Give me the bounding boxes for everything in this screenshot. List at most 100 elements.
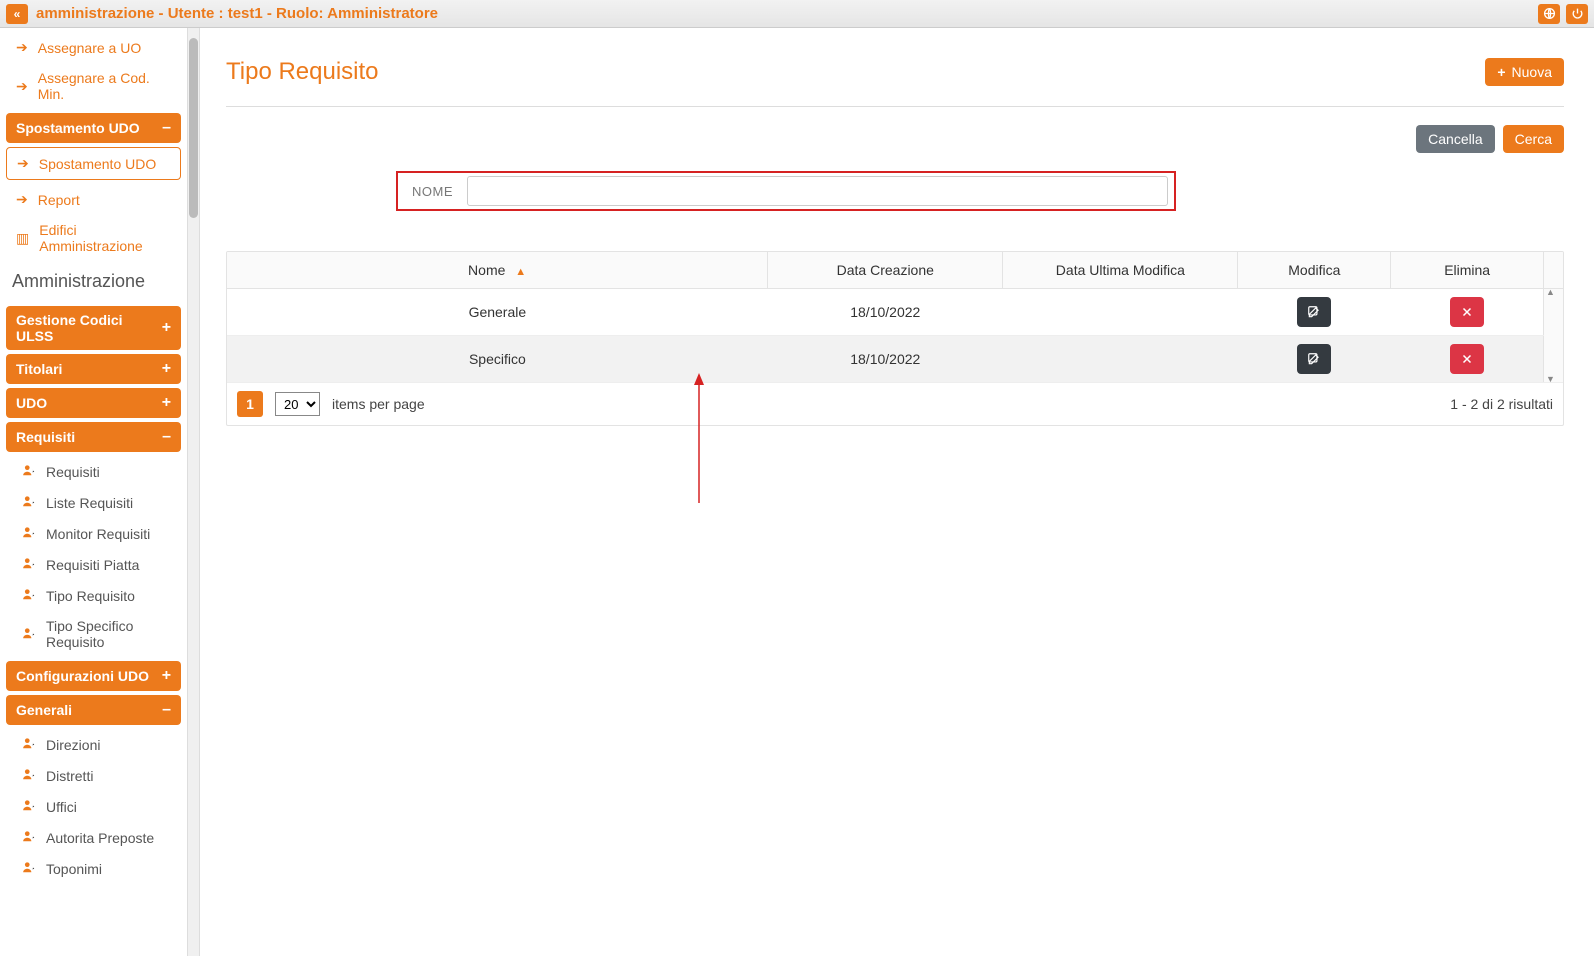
nome-search-input[interactable] — [467, 176, 1168, 206]
scrollbar-thumb[interactable] — [189, 38, 198, 218]
sidebar-item-tipo-requisito[interactable]: Tipo Requisito — [6, 580, 181, 611]
sidebar-section-title: Amministrazione — [6, 261, 181, 302]
user-edit-icon — [22, 736, 36, 753]
sidebar-group-titolari[interactable]: Titolari + — [6, 354, 181, 384]
search-button-label: Cerca — [1515, 131, 1552, 147]
page-breadcrumb-title: amministrazione - Utente : test1 - Ruolo… — [36, 5, 1538, 22]
sidebar-group-requisiti[interactable]: Requisiti – — [6, 422, 181, 452]
sort-ascending-icon: ▲ — [515, 266, 526, 278]
power-button[interactable] — [1566, 4, 1588, 24]
sidebar-item-label: Assegnare a UO — [38, 40, 142, 56]
table-scrollbar-header — [1544, 252, 1563, 289]
sidebar-group-spostamento[interactable]: Spostamento UDO – — [6, 113, 181, 143]
sidebar-group-label: Titolari — [16, 361, 62, 377]
sidebar-item-assegnare-codmin[interactable]: ➔ Assegnare a Cod. Min. — [6, 63, 181, 109]
sidebar-group-label: UDO — [16, 395, 47, 411]
col-header-label: Elimina — [1444, 262, 1490, 278]
table-footer: 1 20 items per page 1 - 2 di 2 risultati — [227, 383, 1563, 425]
cell-data-creazione: 18/10/2022 — [768, 336, 1003, 383]
sidebar-item-label: Requisiti Piatta — [46, 557, 139, 573]
table-row: Generale 18/10/2022 — [227, 289, 1563, 336]
sidebar-item-label: Direzioni — [46, 737, 100, 753]
sidebar-item-direzioni[interactable]: Direzioni — [6, 729, 181, 760]
sidebar-item-label: Report — [38, 192, 80, 208]
user-edit-icon — [22, 626, 36, 643]
arrow-right-icon: ➔ — [16, 39, 28, 56]
page-title: Tipo Requisito — [226, 58, 379, 86]
items-per-page-label: items per page — [332, 396, 425, 412]
arrow-right-icon: ➔ — [17, 155, 29, 172]
cell-nome: Generale — [227, 289, 768, 336]
sidebar-item-label: Distretti — [46, 768, 93, 784]
building-icon: ▥ — [16, 230, 29, 247]
sidebar-item-requisiti-piatta[interactable]: Requisiti Piatta — [6, 549, 181, 580]
globe-button[interactable] — [1538, 4, 1560, 24]
sidebar-item-label: Assegnare a Cod. Min. — [38, 70, 171, 102]
col-header-label: Modifica — [1288, 262, 1340, 278]
sidebar-item-toponimi[interactable]: Toponimi — [6, 853, 181, 884]
collapse-icon: – — [162, 701, 171, 719]
sidebar-item-edifici[interactable]: ▥ Edifici Amministrazione — [6, 215, 181, 261]
delete-button[interactable] — [1450, 344, 1484, 374]
sidebar-item-distretti[interactable]: Distretti — [6, 760, 181, 791]
sidebar-item-liste-requisiti[interactable]: Liste Requisiti — [6, 487, 181, 518]
col-header-nome[interactable]: Nome ▲ — [227, 252, 768, 289]
plus-icon: + — [1497, 64, 1505, 80]
sidebar-item-autorita-preposte[interactable]: Autorita Preposte — [6, 822, 181, 853]
cell-data-modifica — [1003, 289, 1238, 336]
sidebar-item-uffici[interactable]: Uffici — [6, 791, 181, 822]
col-header-label: Data Creazione — [837, 262, 934, 278]
sidebar-group-label: Spostamento UDO — [16, 120, 140, 136]
sidebar-group-udo[interactable]: UDO + — [6, 388, 181, 418]
user-edit-icon — [22, 798, 36, 815]
sidebar-group-label: Gestione Codici ULSS — [16, 312, 162, 344]
cancel-button-label: Cancella — [1428, 131, 1482, 147]
cancel-button[interactable]: Cancella — [1416, 125, 1494, 153]
sidebar-item-label: Monitor Requisiti — [46, 526, 150, 542]
col-header-data-modifica[interactable]: Data Ultima Modifica — [1003, 252, 1238, 289]
globe-icon — [1543, 7, 1556, 20]
sidebar-group-generali[interactable]: Generali – — [6, 695, 181, 725]
items-per-page-select[interactable]: 20 — [275, 392, 320, 416]
user-edit-icon — [22, 587, 36, 604]
chevron-double-left-icon: « — [14, 7, 21, 21]
current-page-badge[interactable]: 1 — [237, 391, 263, 417]
scroll-down-icon: ▼ — [1546, 374, 1555, 384]
sidebar-item-requisiti[interactable]: Requisiti — [6, 456, 181, 487]
sidebar-item-label: Edifici Amministrazione — [39, 222, 171, 254]
edit-icon — [1307, 305, 1321, 319]
close-icon — [1461, 306, 1473, 318]
sidebar-group-gestione-codici[interactable]: Gestione Codici ULSS + — [6, 306, 181, 350]
arrow-right-icon: ➔ — [16, 191, 28, 208]
edit-button[interactable] — [1297, 344, 1331, 374]
sidebar-item-monitor-requisiti[interactable]: Monitor Requisiti — [6, 518, 181, 549]
col-header-data-creazione[interactable]: Data Creazione — [768, 252, 1003, 289]
power-icon — [1571, 7, 1584, 20]
sidebar-item-assegnare-uo[interactable]: ➔ Assegnare a UO — [6, 32, 181, 63]
col-header-label: Nome — [468, 262, 505, 278]
cell-elimina — [1391, 289, 1544, 336]
sidebar-collapse-button[interactable]: « — [6, 4, 28, 24]
user-edit-icon — [22, 556, 36, 573]
sidebar-item-label: Liste Requisiti — [46, 495, 133, 511]
search-button[interactable]: Cerca — [1503, 125, 1564, 153]
sidebar-item-spostamento-udo[interactable]: ➔ Spostamento UDO — [6, 147, 181, 180]
user-edit-icon — [22, 767, 36, 784]
edit-button[interactable] — [1297, 297, 1331, 327]
sidebar-group-label: Generali — [16, 702, 72, 718]
table-scrollbar[interactable]: ▲ ▼ — [1544, 289, 1563, 383]
user-edit-icon — [22, 463, 36, 480]
close-icon — [1461, 353, 1473, 365]
delete-button[interactable] — [1450, 297, 1484, 327]
sidebar-item-label: Toponimi — [46, 861, 102, 877]
sidebar-item-report[interactable]: ➔ Report — [6, 184, 181, 215]
user-edit-icon — [22, 494, 36, 511]
sidebar-scrollbar[interactable] — [187, 28, 199, 956]
sidebar-group-configurazioni[interactable]: Configurazioni UDO + — [6, 661, 181, 691]
main-content: Tipo Requisito + Nuova Cancella Cerca NO… — [200, 28, 1594, 956]
cell-elimina — [1391, 336, 1544, 383]
sidebar-item-label: Tipo Specifico Requisito — [46, 618, 175, 650]
new-button[interactable]: + Nuova — [1485, 58, 1564, 86]
sidebar-group-label: Requisiti — [16, 429, 75, 445]
sidebar-item-tipo-specifico-requisito[interactable]: Tipo Specifico Requisito — [6, 611, 181, 657]
